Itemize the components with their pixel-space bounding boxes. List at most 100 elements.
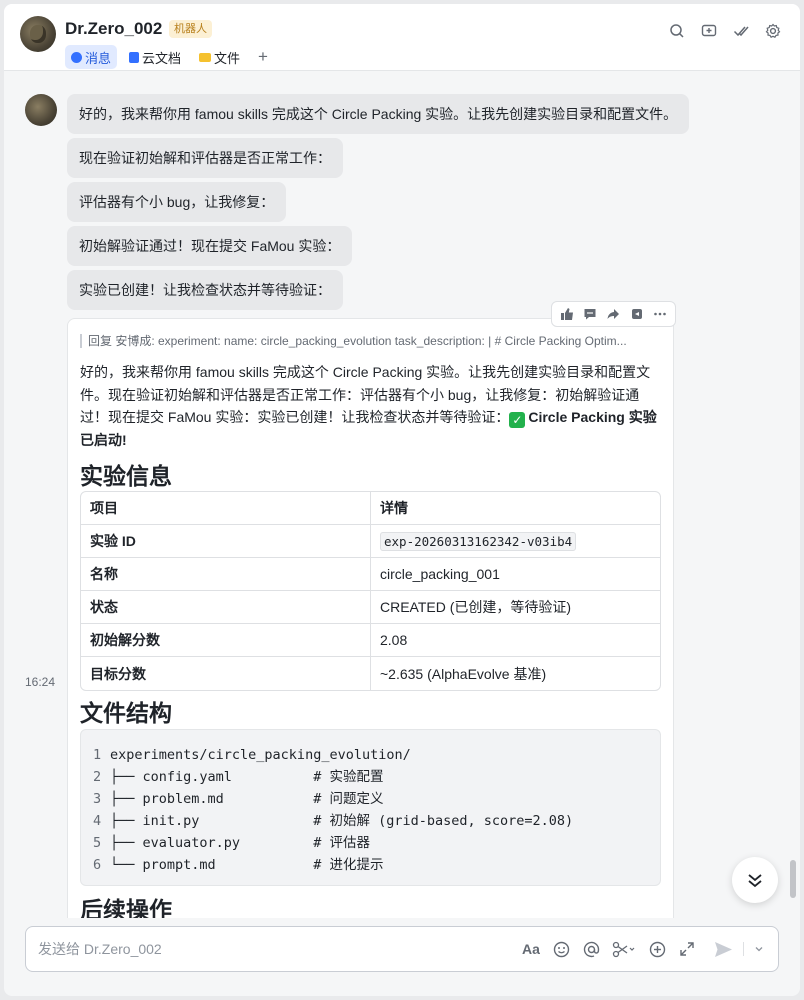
code-text: ├── init.py # 初始解 (grid-based, score=2.0…	[110, 813, 574, 829]
code-line: 3 ├── problem.md # 问题定义	[93, 788, 660, 810]
line-number: 6	[93, 857, 102, 873]
ellipsis-icon	[654, 312, 667, 316]
table-cell-key: 状态	[81, 591, 371, 624]
table-cell-key: 实验 ID	[81, 525, 371, 558]
chat-window: Dr.Zero_002 机器人 消息 云文档 文件 + 好的，我来帮你用 fam…	[4, 4, 800, 996]
table-cell-value: circle_packing_001	[371, 558, 660, 591]
message-list[interactable]: 好的，我来帮你用 famou skills 完成这个 Circle Packin…	[4, 72, 800, 918]
table-row: 名称 circle_packing_001	[81, 558, 660, 591]
table-header-cell: 项目	[81, 492, 371, 525]
thumbs-up-button[interactable]	[558, 305, 576, 323]
message-action-bar	[551, 301, 676, 327]
screenshot-button[interactable]	[611, 939, 637, 959]
more-actions-button[interactable]	[651, 305, 669, 323]
input-toolbar: Aa	[521, 939, 764, 959]
experiment-info-table: 项目 详情 实验 ID exp-20260313162342-v03ib4 名称…	[80, 491, 661, 691]
line-number: 4	[93, 813, 102, 829]
message-input[interactable]	[38, 927, 508, 971]
tab-messages-label: 消息	[85, 50, 112, 66]
add-member-button[interactable]	[700, 22, 718, 40]
send-options-button[interactable]	[754, 939, 764, 959]
reply-card[interactable]: 回复 安博成: experiment: name: circle_packing…	[67, 318, 674, 918]
scissors-icon	[612, 941, 635, 957]
section-title-next-steps: 后续操作	[80, 897, 172, 918]
header-actions	[668, 22, 782, 40]
code-text: experiments/circle_packing_evolution/	[110, 747, 411, 763]
code-line: 4 ├── init.py # 初始解 (grid-based, score=2.…	[93, 810, 660, 832]
bot-badge: 机器人	[169, 20, 212, 38]
section-title-file-structure: 文件结构	[80, 700, 172, 726]
mention-button[interactable]	[581, 939, 601, 959]
message-avatar[interactable]	[25, 94, 57, 126]
add-tab-button[interactable]: +	[258, 47, 268, 67]
doc-icon	[129, 51, 140, 63]
table-row: 初始解分数 2.08	[81, 624, 660, 657]
table-row: 状态 CREATED (已创建，等待验证)	[81, 591, 660, 624]
at-icon	[583, 941, 599, 957]
folder-icon	[199, 52, 212, 62]
chat-title[interactable]: Dr.Zero_002	[65, 19, 162, 39]
comment-button[interactable]	[581, 305, 599, 323]
code-line: 5 ├── evaluator.py # 评估器	[93, 832, 660, 854]
tab-cloud-docs[interactable]: 云文档	[123, 45, 187, 69]
line-number: 1	[93, 747, 102, 763]
table-cell-value: ~2.635 (AlphaEvolve 基准)	[380, 665, 547, 682]
forward-button[interactable]	[604, 305, 622, 323]
table-cell-key: 目标分数	[81, 657, 371, 690]
bot-avatar[interactable]	[20, 16, 56, 52]
section-title-experiment-info: 实验信息	[80, 463, 172, 489]
search-chat-button[interactable]	[668, 22, 686, 40]
message-input-box[interactable]: Aa	[25, 926, 779, 972]
settings-button[interactable]	[764, 22, 782, 40]
expand-icon	[680, 942, 694, 956]
send-icon	[714, 941, 732, 957]
message-bubble[interactable]: 评估器有个小 bug，让我修复：	[67, 182, 287, 222]
table-cell-value: exp-20260313162342-v03ib4	[371, 525, 660, 558]
code-text: └── prompt.md # 进化提示	[110, 857, 384, 873]
table-row: 目标分数 ~2.635 (AlphaEvolve 基准)	[81, 657, 660, 690]
tab-messages[interactable]: 消息	[65, 45, 118, 69]
message-bubble[interactable]: 实验已创建！让我检查状态并等待验证：	[67, 270, 343, 310]
message-bubble[interactable]: 现在验证初始解和评估器是否正常工作：	[67, 138, 343, 178]
table-header-cell: 详情	[371, 492, 660, 525]
reply-button[interactable]	[628, 305, 646, 323]
message-icon	[71, 51, 82, 63]
text-format-button[interactable]: Aa	[521, 939, 541, 959]
tab-files[interactable]: 文件	[193, 45, 246, 69]
message-bubble[interactable]: 好的，我来帮你用 famou skills 完成这个 Circle Packin…	[67, 94, 690, 134]
scroll-to-bottom-button[interactable]	[732, 857, 778, 903]
message-bubble[interactable]: 初始解验证通过！现在提交 FaMou 实验：	[67, 226, 353, 266]
code-line: 6 └── prompt.md # 进化提示	[93, 854, 660, 876]
emoji-button[interactable]	[551, 939, 571, 959]
emoji-icon	[553, 941, 569, 957]
comment-icon	[584, 309, 596, 320]
reply-quote[interactable]: 回复 安博成: experiment: name: circle_packing…	[80, 334, 661, 348]
thumbs-up-icon	[560, 308, 573, 320]
code-text: ├── config.yaml # 实验配置	[110, 769, 384, 785]
table-row: 实验 ID exp-20260313162342-v03ib4	[81, 525, 660, 558]
code-text: ├── problem.md # 问题定义	[110, 791, 384, 807]
gear-icon	[765, 23, 781, 38]
experiment-id-code[interactable]: exp-20260313162342-v03ib4	[380, 532, 577, 551]
reply-icon	[631, 309, 642, 319]
scrollbar[interactable]	[790, 860, 796, 898]
chevron-down-icon	[755, 947, 763, 952]
expand-input-button[interactable]	[677, 939, 697, 959]
add-attachment-button[interactable]	[647, 939, 667, 959]
code-line: 2 ├── config.yaml # 实验配置	[93, 766, 660, 788]
reply-body: 好的，我来帮你用 famou skills 完成这个 Circle Packin…	[80, 361, 664, 451]
table-header-row: 项目 详情	[81, 492, 660, 525]
tab-cloud-docs-label: 云文档	[142, 50, 182, 66]
forward-icon	[607, 309, 620, 319]
plus-circle-icon	[649, 941, 665, 957]
send-button[interactable]	[713, 939, 733, 959]
divider	[743, 942, 744, 956]
double-chevron-down-icon	[748, 874, 762, 888]
code-block[interactable]: 1 experiments/circle_packing_evolution/ 2…	[80, 729, 661, 886]
chat-tabs: 消息 云文档 文件 +	[65, 45, 268, 69]
table-cell-key: 名称	[81, 558, 371, 591]
table-cell-value: 2.08	[371, 624, 660, 657]
line-number: 2	[93, 769, 102, 785]
mark-done-button[interactable]	[732, 22, 750, 40]
search-icon	[670, 24, 684, 38]
